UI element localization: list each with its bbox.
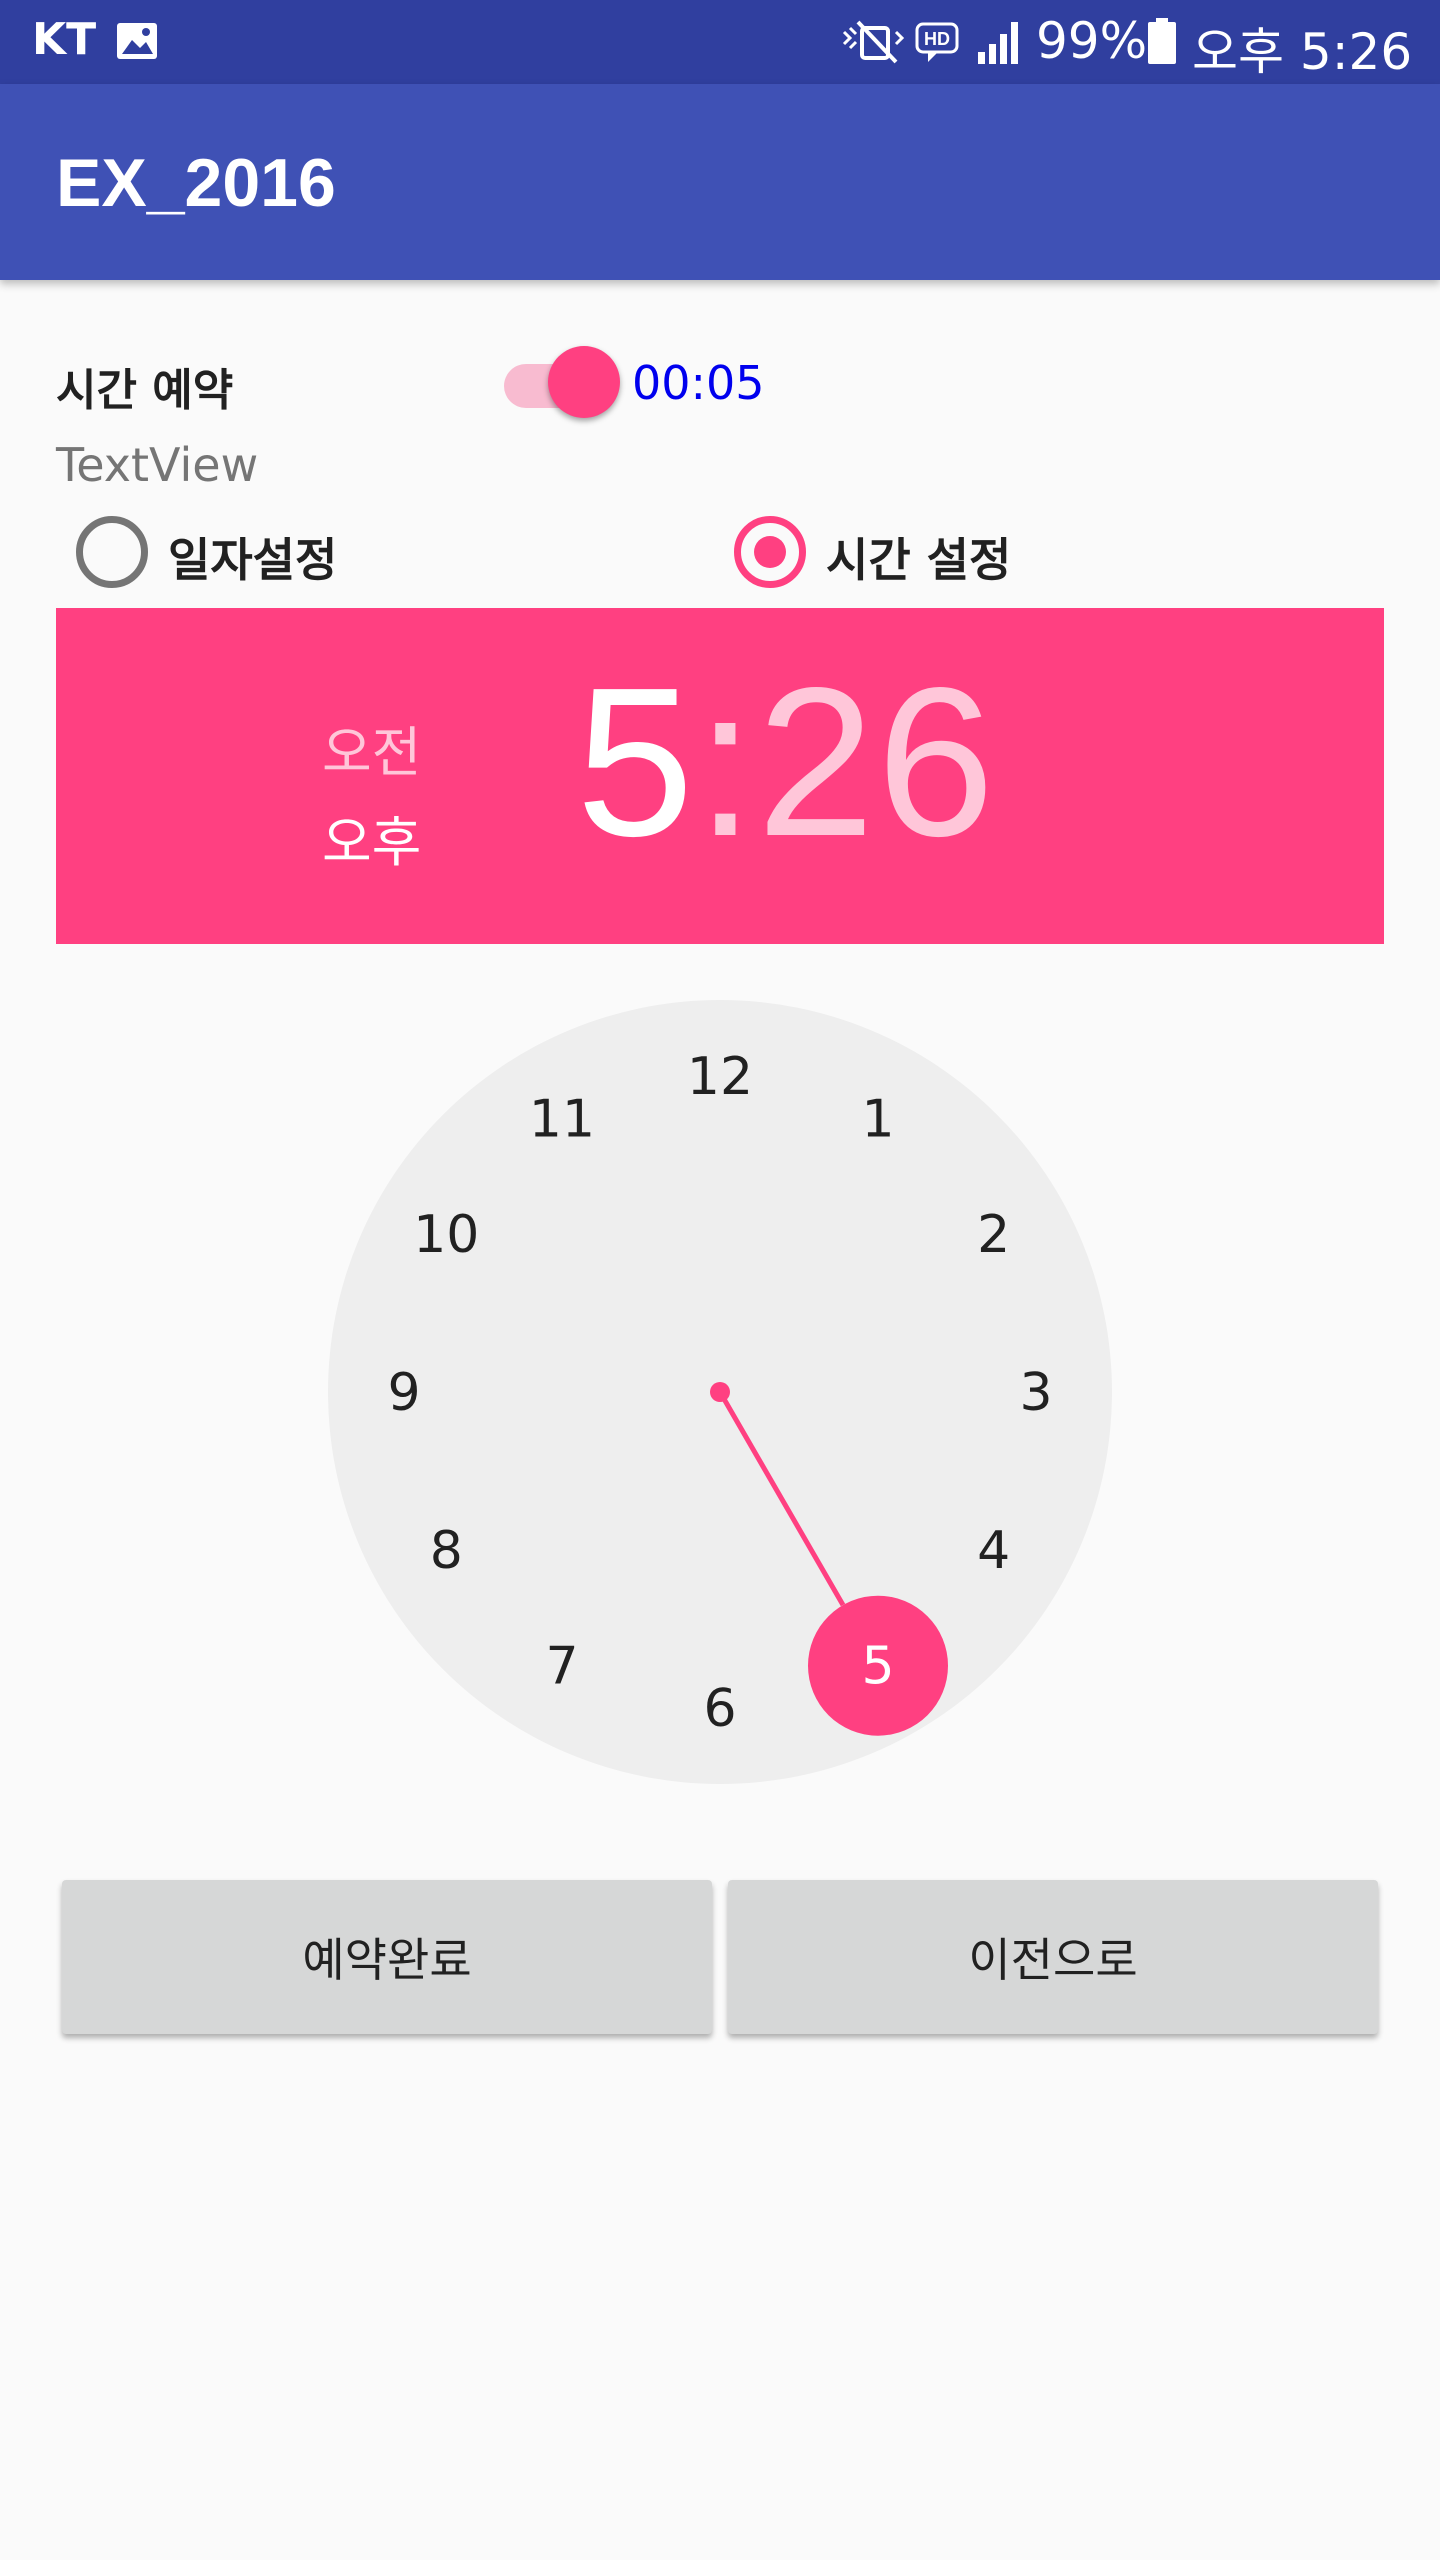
signal-icon bbox=[978, 22, 1018, 64]
radio-date[interactable] bbox=[76, 516, 148, 588]
clock-number-3[interactable]: 3 bbox=[1019, 1363, 1052, 1423]
gallery-icon bbox=[117, 23, 157, 59]
clock-number-1[interactable]: 1 bbox=[861, 1089, 894, 1149]
time-separator: : bbox=[695, 643, 757, 880]
textview: TextView bbox=[56, 438, 259, 492]
radio-time[interactable] bbox=[734, 516, 806, 588]
radio-date-label[interactable]: 일자설정 bbox=[168, 524, 337, 590]
clock-number-6[interactable]: 6 bbox=[703, 1679, 736, 1739]
minute-display[interactable]: 26 bbox=[757, 643, 997, 880]
clock-number-11[interactable]: 11 bbox=[529, 1089, 595, 1149]
clock-center-dot bbox=[710, 1382, 730, 1402]
svg-text:HD: HD bbox=[924, 29, 950, 49]
switch-thumb[interactable] bbox=[548, 346, 620, 418]
clock-number-5[interactable]: 5 bbox=[861, 1637, 894, 1697]
clock-number-9[interactable]: 9 bbox=[387, 1363, 420, 1423]
time-display: 5:26 bbox=[576, 656, 997, 868]
pm-toggle[interactable]: 오후 bbox=[322, 798, 421, 877]
reservation-label: 시간 예약 bbox=[56, 365, 234, 416]
clock-number-7[interactable]: 7 bbox=[545, 1637, 578, 1697]
previous-button[interactable]: 이전으로 bbox=[728, 1880, 1378, 2034]
clock-number-4[interactable]: 4 bbox=[977, 1521, 1010, 1581]
carrier-label: KT bbox=[32, 14, 97, 65]
hd-icon: HD bbox=[915, 22, 959, 62]
chronometer: 00:05 bbox=[632, 356, 765, 410]
app-title: EX_2016 bbox=[56, 145, 336, 221]
battery-percent: 99% bbox=[1036, 12, 1148, 70]
am-toggle[interactable]: 오전 bbox=[322, 708, 421, 787]
reservation-complete-button[interactable]: 예약완료 bbox=[62, 1880, 712, 2034]
app-bar: EX_2016 bbox=[0, 84, 1440, 280]
status-bar: KT HD 99% 오후 5:26 bbox=[0, 0, 1440, 84]
clock-face[interactable]: 121234567891011 bbox=[328, 1000, 1112, 1784]
screen: KT HD 99% 오후 5:26 EX_2016 시간 예약 00:05 Te… bbox=[0, 0, 1440, 2560]
reservation-switch[interactable] bbox=[500, 346, 622, 420]
radio-time-label[interactable]: 시간 설정 bbox=[826, 524, 1011, 590]
status-time: 오후 5:26 bbox=[1192, 23, 1413, 81]
time-picker-header: 오전 오후 5:26 bbox=[56, 608, 1384, 944]
hour-display[interactable]: 5 bbox=[576, 643, 696, 880]
mute-icon bbox=[842, 20, 905, 64]
clock-number-10[interactable]: 10 bbox=[413, 1205, 479, 1265]
clock-number-2[interactable]: 2 bbox=[977, 1205, 1010, 1265]
battery-icon bbox=[1148, 18, 1176, 64]
clock-number-12[interactable]: 12 bbox=[687, 1047, 753, 1107]
clock-number-8[interactable]: 8 bbox=[430, 1521, 463, 1581]
